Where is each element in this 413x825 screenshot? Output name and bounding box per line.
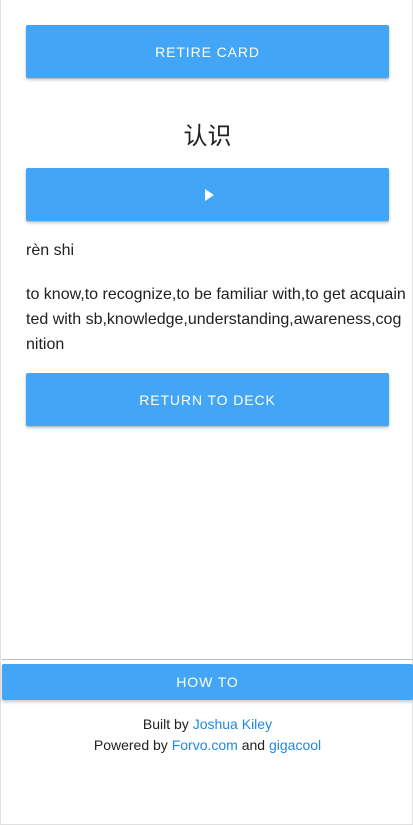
return-to-deck-button[interactable]: RETURN TO DECK bbox=[26, 373, 389, 426]
app-frame: RETIRE CARD 认识 rèn shi to know,to recogn… bbox=[0, 0, 413, 825]
retire-card-button[interactable]: RETIRE CARD bbox=[26, 25, 389, 78]
author-link[interactable]: Joshua Kiley bbox=[193, 716, 272, 732]
how-to-label: HOW TO bbox=[176, 674, 239, 690]
built-by-prefix: Built by bbox=[142, 716, 189, 732]
forvo-link[interactable]: Forvo.com bbox=[172, 737, 238, 753]
footer-divider bbox=[2, 659, 413, 660]
how-to-button[interactable]: HOW TO bbox=[2, 664, 413, 700]
play-audio-button[interactable] bbox=[26, 168, 389, 221]
retire-card-label: RETIRE CARD bbox=[155, 43, 260, 60]
card-pinyin: rèn shi bbox=[26, 242, 75, 259]
built-by-line: Built by Joshua Kiley bbox=[1, 714, 413, 735]
card-hanzi: 认识 bbox=[183, 122, 232, 150]
powered-by-line: Powered by Forvo.com and gigacool bbox=[1, 735, 413, 756]
gigacool-link[interactable]: gigacool bbox=[269, 737, 321, 753]
play-icon bbox=[204, 188, 214, 201]
and-text: and bbox=[241, 737, 266, 753]
powered-by-prefix: Powered by bbox=[93, 737, 168, 753]
credits: Built by Joshua Kiley Powered by Forvo.c… bbox=[1, 714, 413, 756]
return-to-deck-label: RETURN TO DECK bbox=[139, 391, 276, 408]
card-definition: to know,to recognize,to be familiar with… bbox=[26, 286, 406, 353]
